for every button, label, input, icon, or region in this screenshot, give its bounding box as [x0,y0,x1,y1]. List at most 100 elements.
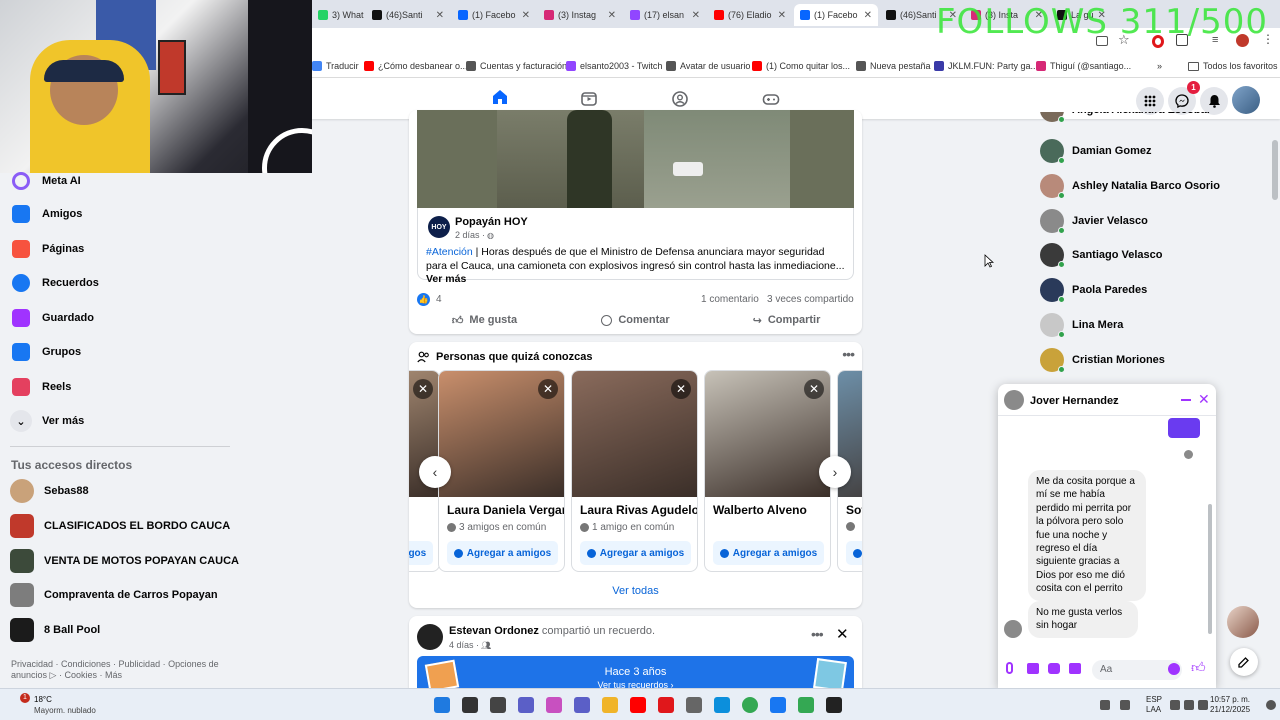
close-icon[interactable]: ✕ [1198,391,1210,408]
start-icon[interactable] [434,697,450,713]
gif-icon[interactable] [1069,663,1081,674]
youtube-icon[interactable] [630,697,646,713]
contact-item[interactable]: Lina Mera [1040,313,1123,338]
clock-time[interactable]: 10:57 p. m. [1210,695,1250,704]
notifications-button[interactable] [1200,87,1228,115]
contact-item[interactable]: Cristian Moriones [1040,348,1165,373]
person-card[interactable]: ✕ Walberto Alveno Agregar a amigos [704,370,831,572]
weather-widget[interactable]: 1 18°C Mayorm. nublado [10,693,110,717]
browser-tab[interactable]: (1) Facebo ✕ [452,4,536,26]
chat-head-avatar[interactable] [1227,606,1259,638]
add-friend-button[interactable]: Agregar a amigos [580,541,691,565]
chrome-profile-icon[interactable] [798,697,814,713]
contact-item[interactable]: Damian Gomez [1040,139,1151,164]
task-view-icon[interactable] [490,697,506,713]
browser-tab[interactable]: 3) What✕ [312,4,364,26]
see-more-link[interactable]: Ver más [426,273,466,285]
copilot-icon[interactable] [546,697,562,713]
chevron-down-icon[interactable]: ⌄ [1111,393,1119,404]
edge-icon[interactable] [714,697,730,713]
likes-count[interactable]: 4 [436,294,442,305]
sidebar-item[interactable]: Grupos [10,341,81,363]
emoji-icon[interactable] [1168,663,1180,675]
person-name[interactable]: Laura Daniela Vergara [447,503,564,517]
person-name[interactable]: Laura Rivas Agudelo [580,503,697,517]
close-icon[interactable]: ✕ [671,379,691,399]
more-options-icon[interactable]: ••• [842,346,855,362]
tab-close-icon[interactable]: ✕ [778,10,786,21]
bookmark-item[interactable]: elsanto2003 - Twitch [566,61,662,71]
carousel-next-button[interactable]: › [819,456,851,488]
author-name[interactable]: Estevan Ordonez [449,625,539,637]
sticker-icon[interactable] [1048,663,1060,674]
chevron-up-icon[interactable] [1100,700,1110,710]
shortcut-item[interactable]: VENTA DE MOTOS POPAYAN CAUCA [10,549,239,573]
add-friend-button[interactable]: Agregar a amigos [846,541,862,565]
microphone-icon[interactable] [1006,662,1013,674]
shortcut-item[interactable]: CLASIFICADOS EL BORDO CAUCA [10,514,230,538]
language-bottom[interactable]: LAA [1146,705,1161,714]
bookmark-item[interactable]: JKLM.FUN: Party ga... [934,61,1038,71]
file-explorer-icon[interactable] [602,697,618,713]
chrome-icon[interactable] [742,697,758,713]
sidebar-item[interactable]: Amigos [10,203,82,225]
bookmark-item[interactable]: (1) Como quitar los... [752,61,850,71]
wifi-icon[interactable] [1170,700,1180,710]
contact-item[interactable]: Ashley Natalia Barco Osorio [1040,174,1220,199]
browser-tab[interactable]: (3) Instag ✕ [538,4,622,26]
memory-subtitle[interactable]: Ver tus recuerdos › [417,680,854,688]
comment-button[interactable]: Comentar [560,309,711,331]
messenger-button[interactable]: 1 [1168,81,1200,115]
contact-item[interactable]: Santiago Velasco [1040,243,1162,268]
bookmark-item[interactable]: Nueva pestaña [856,61,931,71]
tab-close-icon[interactable]: ✕ [608,10,616,21]
bookmark-item[interactable]: ¿Cómo desbanear o... [364,61,468,71]
teams-icon[interactable] [574,697,590,713]
shortcut-item[interactable]: 8 Ball Pool [10,618,100,642]
sidebar-item[interactable]: Páginas [10,238,84,260]
microphone-icon[interactable] [1120,700,1130,710]
carousel-prev-button[interactable]: ‹ [419,456,451,488]
comments-count[interactable]: 1 comentario [701,294,759,305]
page-scrollbar[interactable] [1272,140,1278,200]
bookmark-item[interactable]: Avatar de usuario [666,61,750,71]
all-favorites-folder[interactable]: Todos los favoritos [1188,61,1278,71]
add-friend-button[interactable]: Agregar a amigos [713,541,824,565]
close-icon[interactable]: ✕ [804,379,824,399]
contact-item[interactable]: Paola Paredes [1040,278,1147,303]
minimize-icon[interactable] [1181,399,1191,401]
browser-tab[interactable]: (46)Santi ✕ [366,4,450,26]
bookmark-item[interactable]: Cuentas y facturación [466,61,567,71]
page-logo[interactable]: HOY [428,216,450,238]
shortcut-item[interactable]: Compraventa de Carros Popayan [10,583,218,607]
tab-close-icon[interactable]: ✕ [864,10,872,21]
post-hashtag[interactable]: #Atención [426,246,473,258]
browser-tab[interactable]: (17) elsan ✕ [624,4,706,26]
sidebar-item[interactable]: ⌄ Ver más [10,410,84,432]
tab-close-icon[interactable]: ✕ [522,10,530,21]
search-icon[interactable] [462,697,478,713]
clock-date[interactable]: 21/12/2025 [1210,705,1250,714]
shares-count[interactable]: 3 veces compartido [767,294,854,305]
contact-item[interactable]: Javier Velasco [1040,209,1148,234]
account-avatar[interactable] [1232,86,1260,114]
battery-icon[interactable] [1198,700,1208,710]
share-button[interactable]: ↪ Compartir [711,309,862,331]
new-message-button[interactable] [1230,648,1258,676]
sidebar-item[interactable]: Reels [10,376,71,398]
close-icon[interactable]: ✕ [413,379,433,399]
author-avatar[interactable] [417,624,443,650]
chat-contact-name[interactable]: Jover Hernandez [1030,395,1119,407]
more-options-icon[interactable]: ••• [811,626,824,642]
like-button[interactable]: 👍︎ Me gusta [409,309,560,331]
sidebar-item[interactable]: Meta AI [10,170,81,192]
notifications-icon[interactable] [1266,700,1276,710]
more-bookmarks-icon[interactable]: » [1157,61,1162,71]
store-icon[interactable] [686,697,702,713]
add-friend-button[interactable]: Agregar a amigos [447,541,558,565]
person-card[interactable]: ✕ Laura Rivas Agudelo 1 amigo en común Agre… [571,370,698,572]
volume-icon[interactable] [1184,700,1194,710]
person-name[interactable]: Sof [846,503,862,517]
shortcut-item[interactable]: Sebas88 [10,479,89,503]
browser-tab[interactable]: (1) Facebo ✕ [794,4,878,26]
